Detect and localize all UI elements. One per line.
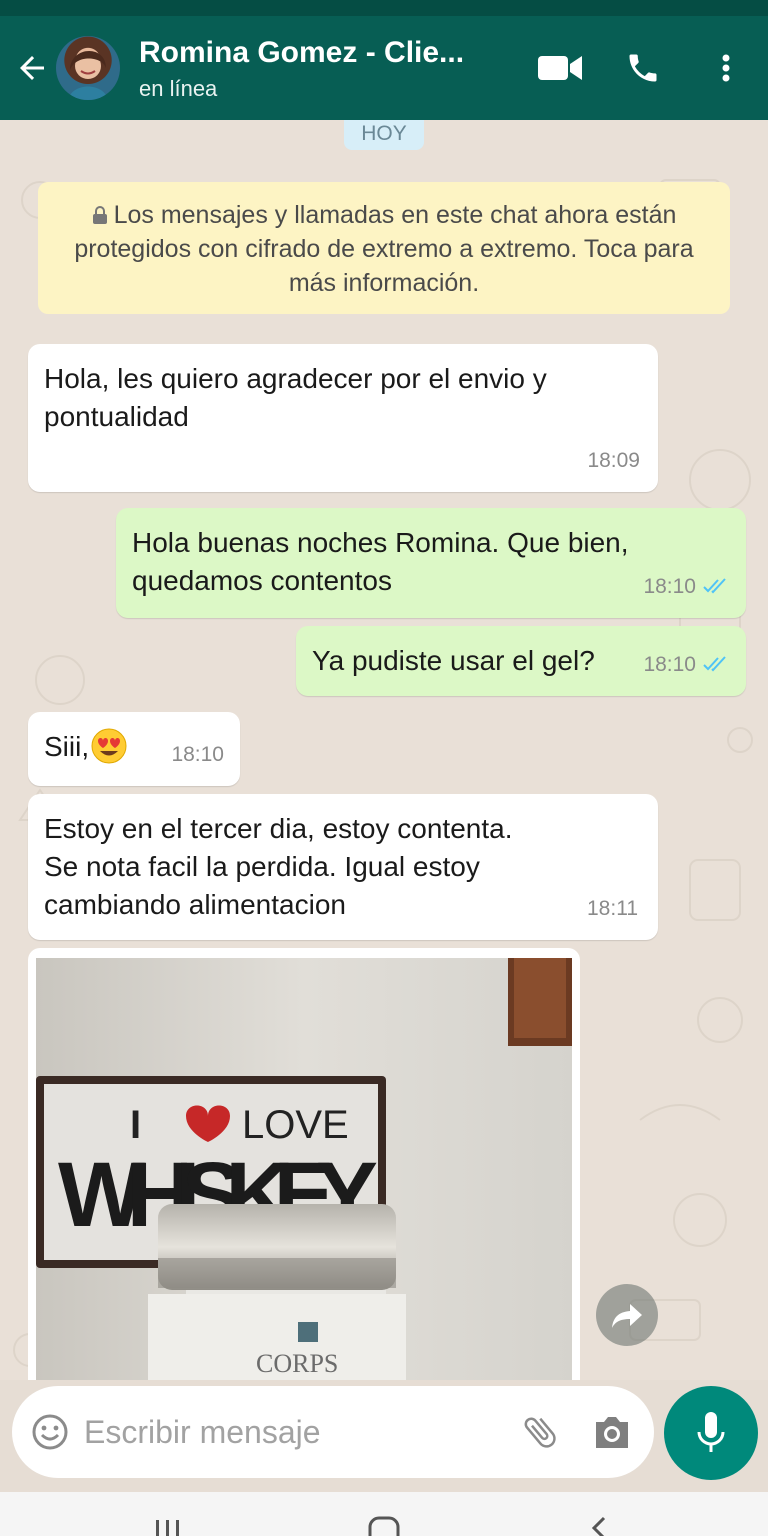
status-bar [0, 0, 768, 16]
forward-icon [612, 1304, 642, 1328]
voice-message-button[interactable] [664, 1386, 758, 1480]
phone-icon[interactable] [624, 50, 662, 86]
camera-icon[interactable] [592, 1414, 632, 1450]
message-time: 18:09 [587, 449, 640, 472]
emoji-icon[interactable] [32, 1414, 68, 1450]
message-bubble-incoming[interactable]: Estoy en el tercer dia, estoy contenta. … [28, 794, 658, 940]
svg-text:CORPS: CORPS [256, 1349, 338, 1378]
heart-eyes-emoji-icon [91, 728, 127, 764]
message-bubble-incoming[interactable]: Siii, 18:10 [28, 712, 240, 786]
svg-text:I: I [130, 1103, 141, 1147]
message-bubble-outgoing[interactable]: Hola buenas noches Romina. Que bien, que… [116, 508, 746, 618]
mic-icon [697, 1412, 725, 1452]
date-chip: HOY [344, 120, 424, 150]
message-text: Estoy en el tercer dia, estoy contenta. … [44, 813, 513, 920]
message-bubble-incoming[interactable]: Hola, les quiero agradecer por el envio … [28, 344, 658, 492]
message-text: Ya pudiste usar el gel? [312, 645, 595, 676]
message-bubble-outgoing[interactable]: Ya pudiste usar el gel? 18:10 [296, 626, 746, 696]
lock-icon [92, 206, 107, 224]
forward-button[interactable] [596, 1284, 658, 1346]
message-time: 18:10 [171, 743, 224, 766]
message-input[interactable] [84, 1408, 484, 1456]
message-text: Siii, [44, 728, 127, 766]
message-text: Hola buenas noches Romina. Que bien, que… [132, 527, 629, 596]
photo-illustration: I LOVE WHISKEY CORPS [36, 958, 572, 1380]
system-navigation-bar [0, 1492, 768, 1536]
back-nav-icon[interactable] [586, 1516, 614, 1536]
encryption-notice-text: Los mensajes y llamadas en este chat aho… [74, 201, 694, 297]
home-icon[interactable] [366, 1516, 402, 1536]
chat-area[interactable]: HOY Los mensajes y llamadas en este chat… [0, 120, 768, 1380]
encryption-notice[interactable]: Los mensajes y llamadas en este chat aho… [38, 182, 730, 314]
message-time: 18:11 [587, 897, 638, 920]
message-time: 18:10 [643, 646, 730, 684]
message-photo[interactable]: I LOVE WHISKEY CORPS [36, 958, 572, 1380]
video-call-icon[interactable] [536, 50, 584, 86]
avatar[interactable] [56, 36, 120, 100]
back-arrow-icon[interactable] [14, 50, 50, 86]
read-ticks-icon [703, 656, 726, 672]
message-time: 18:10 [643, 568, 730, 606]
contact-name[interactable]: Romina Gomez - Clie... [139, 36, 464, 70]
message-text: Hola, les quiero agradecer por el envio … [44, 363, 547, 432]
svg-text:LOVE: LOVE [242, 1103, 349, 1147]
recent-apps-icon[interactable] [150, 1516, 186, 1536]
read-ticks-icon [703, 578, 726, 594]
attach-icon[interactable] [520, 1412, 560, 1452]
more-vert-icon[interactable] [712, 50, 740, 86]
contact-status: en línea [139, 76, 218, 101]
image-message-bubble[interactable]: I LOVE WHISKEY CORPS [28, 948, 580, 1380]
message-composer [12, 1386, 654, 1478]
chat-header: Romina Gomez - Clie... en línea [0, 16, 768, 120]
